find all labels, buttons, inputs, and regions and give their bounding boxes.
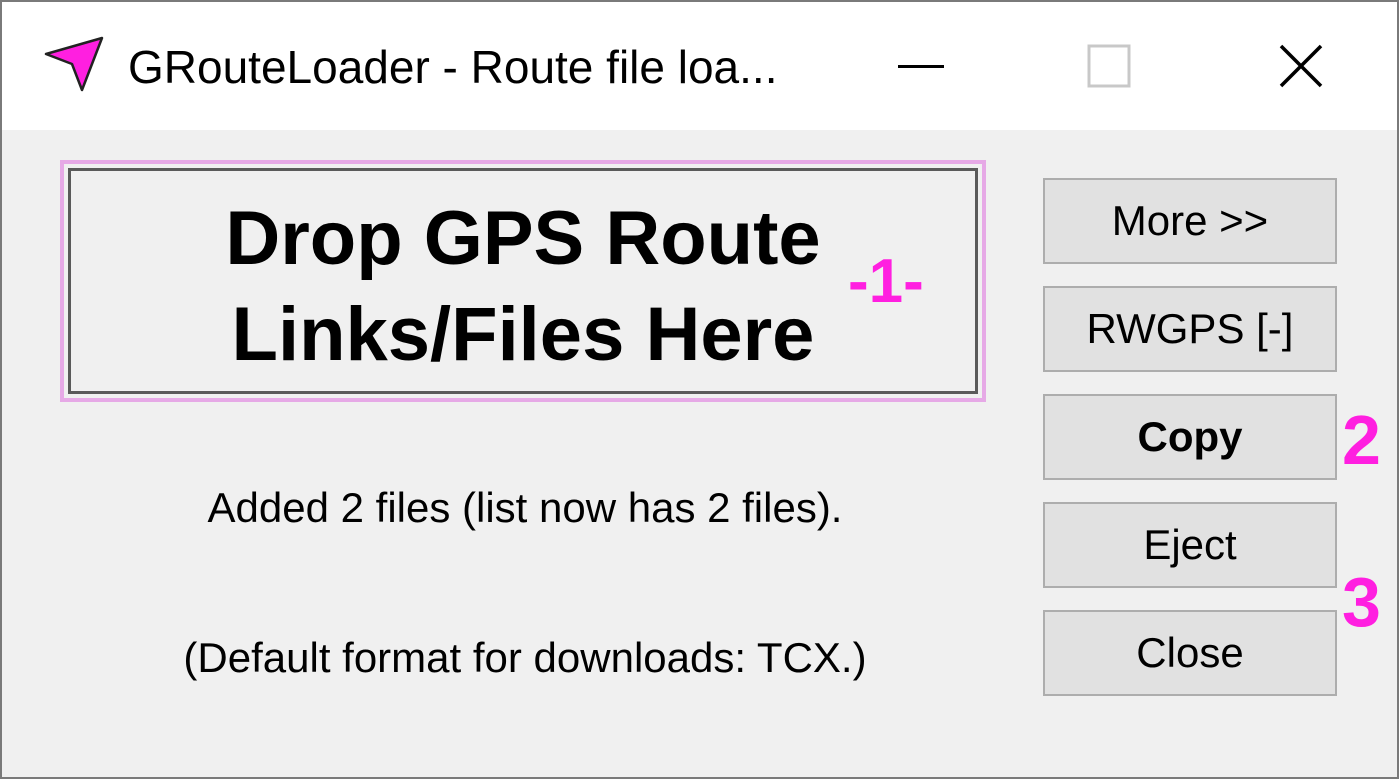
step-marker-3: 3: [1342, 563, 1381, 641]
minimize-button[interactable]: [876, 22, 966, 110]
close-button[interactable]: Close: [1043, 610, 1337, 696]
minimize-icon: [898, 65, 944, 68]
copy-button[interactable]: Copy: [1043, 394, 1337, 480]
step-marker-1: -1-: [848, 247, 924, 316]
status-default-format: (Default format for downloads: TCX.): [183, 634, 867, 681]
step-marker-2: 2: [1342, 401, 1381, 479]
window-title: GRouteLoader - Route file loa...: [128, 41, 778, 93]
title-bar[interactable]: GRouteLoader - Route file loa...: [2, 2, 1397, 130]
status-added-files: Added 2 files (list now has 2 files).: [207, 484, 843, 531]
eject-button[interactable]: Eject: [1043, 502, 1337, 588]
maximize-button: [1064, 22, 1154, 110]
close-icon: [1279, 44, 1323, 88]
maximize-icon: [1087, 44, 1131, 88]
pink-arrow-cursor-icon: [44, 36, 104, 92]
close-window-button[interactable]: [1256, 22, 1346, 110]
more-button[interactable]: More >>: [1043, 178, 1337, 264]
rwgps-button[interactable]: RWGPS [-]: [1043, 286, 1337, 372]
drop-zone-inner: Drop GPS Route Links/Files Here: [68, 168, 978, 394]
drop-zone-line-2: Links/Files Here: [231, 292, 815, 377]
drop-zone-line-1: Drop GPS Route: [225, 196, 821, 281]
app-window: GRouteLoader - Route file loa... Drop GP…: [0, 0, 1399, 779]
